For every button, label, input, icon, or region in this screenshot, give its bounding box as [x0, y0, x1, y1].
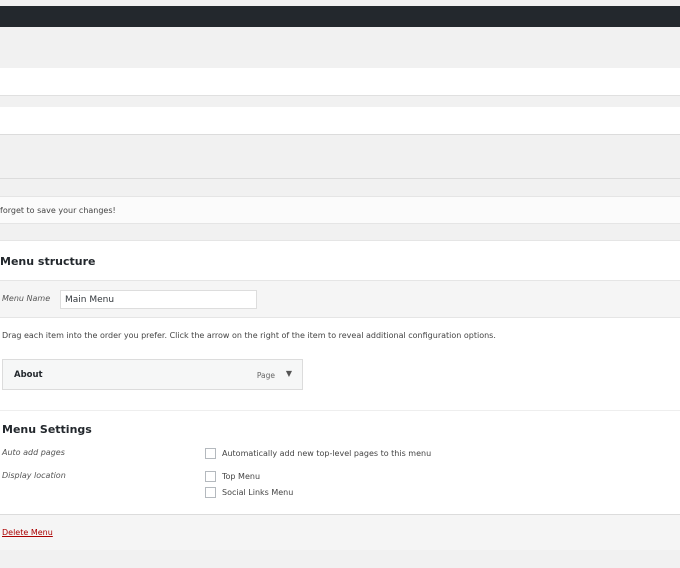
menu-edit-panel: Menu structure Menu Name Drag each item …	[0, 240, 680, 550]
divider	[0, 410, 680, 411]
top-menu-checkbox[interactable]	[205, 470, 216, 482]
save-reminder-notice: forget to save your changes!	[0, 196, 680, 224]
header-strip	[0, 68, 680, 96]
menu-name-label: Menu Name	[2, 294, 51, 303]
menu-settings-title: Menu Settings	[2, 423, 92, 436]
menu-name-bar: Menu Name	[0, 280, 680, 318]
social-links-menu-checkbox[interactable]	[205, 486, 216, 498]
location-top-menu-option[interactable]: Top Menu	[205, 470, 260, 482]
menu-item-title: About	[14, 370, 43, 380]
menu-footer-bar: Delete Menu	[0, 514, 680, 550]
menu-structure-title: Menu structure	[0, 255, 96, 268]
auto-add-pages-text: Automatically add new top-level pages to…	[222, 448, 432, 458]
auto-add-pages-label: Auto add pages	[2, 448, 65, 457]
display-location-label: Display location	[2, 471, 66, 480]
social-links-menu-text: Social Links Menu	[222, 487, 294, 497]
admin-bar	[0, 6, 680, 27]
menu-item-type: Page	[256, 371, 275, 380]
chevron-down-icon[interactable]: ▼	[286, 369, 292, 378]
divider	[0, 178, 680, 179]
drag-instructions: Drag each item into the order you prefer…	[2, 331, 496, 340]
auto-add-pages-option[interactable]: Automatically add new top-level pages to…	[205, 447, 431, 459]
menu-name-input[interactable]	[60, 290, 257, 309]
menu-item-about[interactable]: About Page ▼	[2, 359, 303, 390]
location-social-links-option[interactable]: Social Links Menu	[205, 486, 293, 498]
delete-menu-link[interactable]: Delete Menu	[2, 528, 53, 537]
header-strip-secondary	[0, 107, 680, 135]
top-menu-text: Top Menu	[222, 471, 261, 481]
auto-add-pages-checkbox[interactable]	[205, 447, 216, 459]
